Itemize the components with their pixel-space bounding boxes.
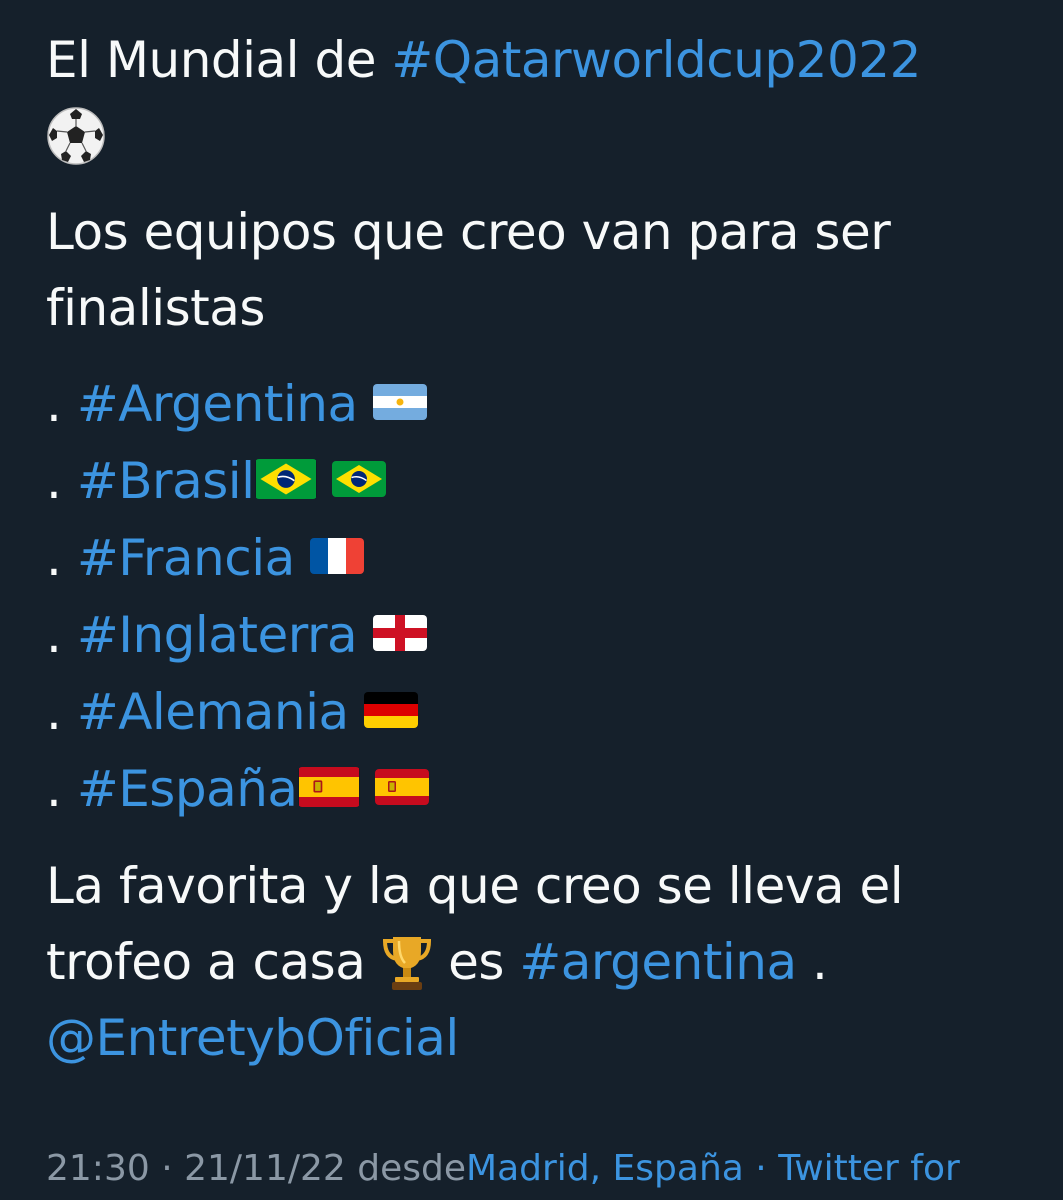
hashtag-brasil[interactable]: #Brasil [77,452,255,510]
team-item-brasil: . #Brasil [46,443,1036,520]
closing-line-1: La favorita y la que creo se lleva el [46,857,904,915]
bullet: . [46,683,62,741]
separator: · [755,1148,767,1189]
closing-period: . [812,933,828,991]
bullet: . [46,452,62,510]
closing-line-2: trofeo a casa es #argentina . [46,924,1036,1000]
intro-line-2: finalistas [46,279,265,337]
intro-line-1: Los equipos que creo van para ser [46,203,891,261]
spain-flag-icon [374,768,429,805]
closing-text: trofeo a casa [46,933,366,991]
team-item-alemania: . #Alemania [46,674,1036,751]
from-label: desde [357,1148,467,1189]
closing-es-text: es [448,933,504,991]
team-item-argentina: . #Argentina [46,366,1036,443]
team-item-inglaterra: . #Inglaterra [46,597,1036,674]
team-item-espana: . #España [46,751,1036,828]
hashtag-qatarworldcup2022[interactable]: #Qatarworldcup2022 [391,31,921,89]
location-link[interactable]: Madrid, España [466,1148,744,1189]
trophy-icon [382,936,431,990]
spain-flag-icon [298,766,359,807]
source-link[interactable]: Twitter for [778,1148,960,1189]
bullet: . [46,529,62,587]
title-text: El Mundial de [46,31,376,89]
tweet-body: El Mundial de #Qatarworldcup2022 Los equ… [46,22,1036,1076]
tweet-footer: 21:30 · 21/11/22 desdeMadrid, España · T… [46,1145,960,1193]
mention-entretyboficial[interactable]: @EntretybOficial [46,1009,459,1067]
tweet-title-line: El Mundial de #Qatarworldcup2022 [46,22,1036,98]
hashtag-francia[interactable]: #Francia [77,529,295,587]
brazil-flag-icon [255,458,316,499]
ball-line [46,98,1036,174]
hashtag-alemania[interactable]: #Alemania [77,683,349,741]
argentina-flag-icon [373,383,428,420]
brazil-flag-icon [331,460,386,497]
germany-flag-icon [364,691,419,728]
hashtag-argentina-closing[interactable]: #argentina [519,933,797,991]
soccer-ball-icon [47,106,105,165]
hashtag-inglaterra[interactable]: #Inglaterra [77,606,358,664]
separator: · [161,1148,173,1189]
bullet: . [46,375,62,433]
france-flag-icon [310,537,365,574]
tweet-time[interactable]: 21:30 [46,1148,150,1189]
bullet: . [46,760,62,818]
team-item-francia: . #Francia [46,520,1036,597]
bullet: . [46,606,62,664]
mention-line: @EntretybOficial [46,1000,1036,1076]
tweet-date[interactable]: 21/11/22 [184,1148,346,1189]
england-flag-icon [372,614,427,651]
hashtag-argentina[interactable]: #Argentina [77,375,358,433]
hashtag-espana[interactable]: #España [77,760,298,818]
